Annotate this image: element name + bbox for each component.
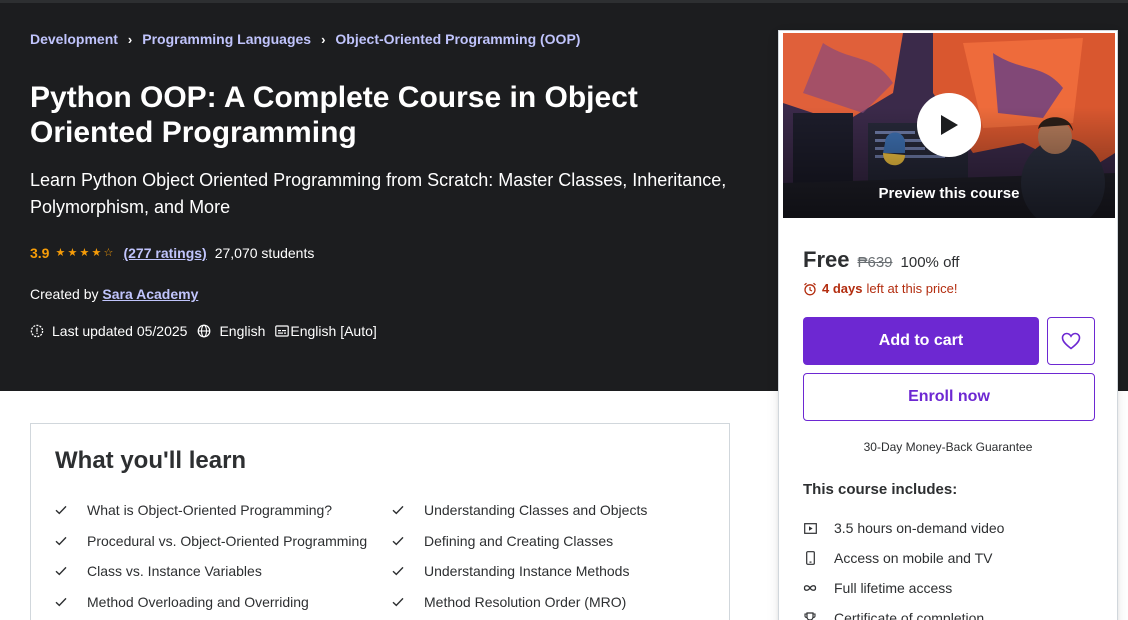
learn-item: Understanding Instance Methods <box>392 556 715 587</box>
check-icon <box>392 597 406 607</box>
learn-item: Procedural vs. Object-Oriented Programmi… <box>55 526 392 557</box>
price-row: Free ₱639 100% off <box>803 247 959 273</box>
play-icon <box>941 115 958 135</box>
rating-value: 3.9 <box>30 245 50 261</box>
money-back-guarantee: 30-Day Money-Back Guarantee <box>863 440 1033 454</box>
original-price: ₱639 <box>857 254 893 271</box>
closed-captions-icon <box>275 325 290 337</box>
star-rating: ★ ★ ★ ★ ☆ <box>55 246 115 260</box>
includes-item-label: Full lifetime access <box>834 580 953 596</box>
breadcrumb-programming-languages[interactable]: Programming Languages <box>142 31 311 47</box>
breadcrumb-oop[interactable]: Object-Oriented Programming (OOP) <box>335 31 580 47</box>
breadcrumb-development[interactable]: Development <box>30 31 118 47</box>
chevron-right-icon: › <box>127 31 133 47</box>
learn-item-text: Procedural vs. Object-Oriented Programmi… <box>87 532 368 549</box>
check-icon <box>392 566 406 576</box>
learn-title: What you'll learn <box>55 447 247 474</box>
alert-badge-icon <box>30 324 44 338</box>
includes-item-label: 3.5 hours on-demand video <box>834 520 1005 536</box>
created-by-label: Created by <box>30 286 99 302</box>
globe-icon <box>198 324 211 338</box>
language: English <box>197 323 265 339</box>
includes-item: Access on mobile and TV <box>803 543 1004 573</box>
top-divider <box>0 0 1128 3</box>
check-icon <box>392 505 406 515</box>
price-countdown: 4 days left at this price! <box>803 281 958 296</box>
play-button[interactable] <box>917 93 981 157</box>
includes-title: This course includes: <box>803 481 958 498</box>
includes-item-label: Access on mobile and TV <box>834 550 993 566</box>
learn-item-text: What is Object-Oriented Programming? <box>87 502 333 519</box>
last-updated-text: Last updated 05/2025 <box>52 323 188 339</box>
check-icon <box>55 536 69 546</box>
preview-label: Preview this course <box>878 185 1020 202</box>
countdown-days: 4 days <box>822 281 863 296</box>
course-subtitle: Learn Python Object Oriented Programming… <box>30 170 727 217</box>
enroll-now-button[interactable]: Enroll now <box>803 373 1095 421</box>
created-by: Created by Sara Academy <box>30 286 198 302</box>
heart-icon <box>1061 332 1081 350</box>
includes-list: 3.5 hours on-demand video Access on mobi… <box>803 513 1004 620</box>
star-icon: ★ <box>91 247 102 259</box>
learn-item: Understanding Classes and Objects <box>392 495 715 526</box>
learn-list: What is Object-Oriented Programming? Und… <box>55 495 715 617</box>
learn-item-text: Defining and Creating Classes <box>424 532 614 549</box>
star-outline-icon: ☆ <box>103 247 114 259</box>
learn-item: Class vs. Instance Variables <box>55 556 392 587</box>
course-meta: Last updated 05/2025 English English [Au… <box>30 323 387 339</box>
infinity-icon <box>803 581 817 595</box>
learn-item-text: Understanding Instance Methods <box>424 563 630 580</box>
captions-text: English [Auto] <box>290 323 377 339</box>
alarm-clock-icon <box>804 282 816 295</box>
check-icon <box>392 536 406 546</box>
learn-item-text: Understanding Classes and Objects <box>424 502 648 519</box>
wishlist-button[interactable] <box>1047 317 1095 365</box>
course-preview-video[interactable]: Preview this course <box>783 33 1115 218</box>
course-title: Python OOP: A Complete Course in Object … <box>30 81 638 149</box>
learn-item-text: Method Overloading and Overriding <box>87 593 309 610</box>
includes-item-label: Certificate of completion <box>834 610 985 620</box>
what-youll-learn: What you'll learn What is Object-Oriente… <box>30 423 730 620</box>
last-updated: Last updated 05/2025 <box>30 323 187 339</box>
purchase-card: Preview this course Free ₱639 100% off 4… <box>778 30 1118 620</box>
video-icon <box>803 521 817 535</box>
rating-row: 3.9 ★ ★ ★ ★ ☆ (277 ratings) 27,070 stude… <box>30 245 314 261</box>
captions: English [Auto] <box>275 323 377 339</box>
learn-item: Defining and Creating Classes <box>392 526 715 557</box>
add-to-cart-button[interactable]: Add to cart <box>803 317 1039 365</box>
discount-percent: 100% off <box>900 254 960 271</box>
check-icon <box>55 505 69 515</box>
breadcrumb: Development › Programming Languages › Ob… <box>30 31 580 47</box>
current-price: Free <box>803 247 850 272</box>
language-text: English <box>219 323 266 339</box>
star-icon: ★ <box>67 247 78 259</box>
author-link[interactable]: Sara Academy <box>102 286 198 302</box>
countdown-text: left at this price! <box>866 281 958 296</box>
star-icon: ★ <box>55 247 66 259</box>
mobile-icon <box>803 551 817 565</box>
trophy-icon <box>803 611 817 620</box>
chevron-right-icon: › <box>321 31 326 47</box>
includes-item: Certificate of completion <box>803 603 1004 620</box>
includes-item: 3.5 hours on-demand video <box>803 513 1004 543</box>
ratings-link[interactable]: (277 ratings) <box>123 245 206 261</box>
check-icon <box>55 566 69 576</box>
learn-item: What is Object-Oriented Programming? <box>55 495 392 526</box>
star-icon: ★ <box>79 247 90 259</box>
student-count: 27,070 students <box>214 245 315 261</box>
learn-item: Method Overloading and Overriding <box>55 587 392 618</box>
includes-item: Full lifetime access <box>803 573 1004 603</box>
check-icon <box>55 597 69 607</box>
learn-item-text: Class vs. Instance Variables <box>87 563 262 580</box>
learn-item: Method Resolution Order (MRO) <box>392 587 715 618</box>
learn-item-text: Method Resolution Order (MRO) <box>424 593 627 610</box>
